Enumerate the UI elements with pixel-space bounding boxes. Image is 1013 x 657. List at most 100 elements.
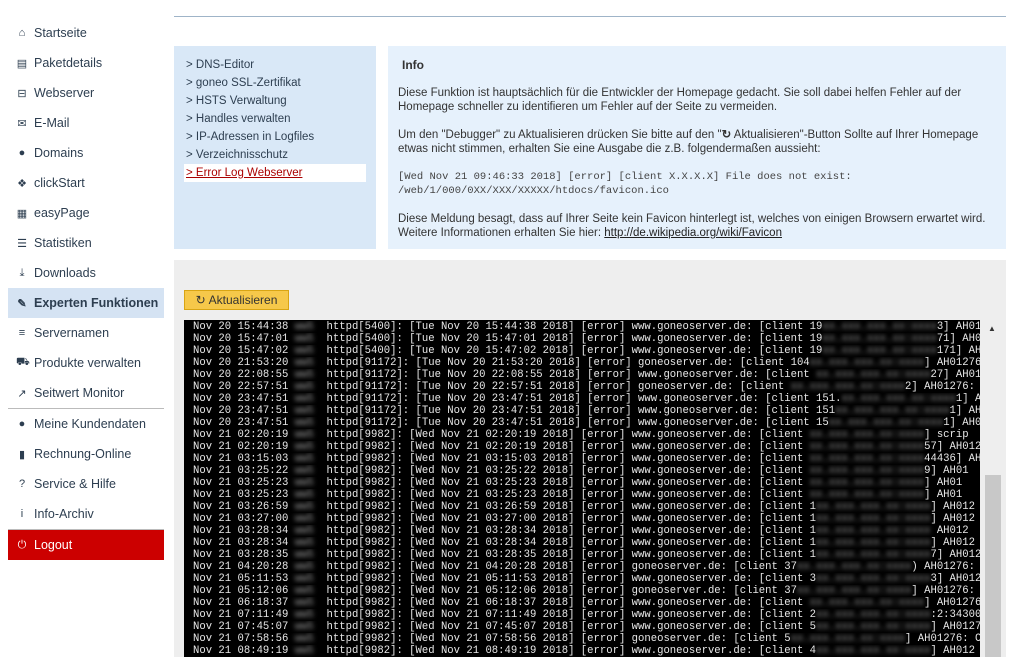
redacted-ip: xx.xxx.xxx.xx:xxxx <box>809 477 925 489</box>
redacted-ip: xx.xxx.xxx.xx:xxxx <box>816 645 931 657</box>
favicon-wiki-link[interactable]: http://de.wikipedia.org/wiki/Favicon <box>604 227 782 239</box>
log-time: Nov 21 03:25:23 <box>193 489 289 501</box>
sidebar-item-downloads[interactable]: ⤓ Downloads <box>8 258 164 288</box>
log-tail: ] AH01276 <box>924 597 980 609</box>
log-tail: 2] AH01276: C <box>905 381 980 393</box>
sidebar-item-produkte-verwalten[interactable]: ⛟ Produkte verwalten <box>8 348 164 378</box>
redacted-ip: xx.xxx.xxx.xx:xxxx <box>809 441 925 453</box>
log-line: Nov 21 03:27:00 ww5 httpd[9982]: [Wed No… <box>193 513 980 525</box>
sidebar-item-servernamen[interactable]: ≡ Servernamen <box>8 318 164 348</box>
sidebar-item-clickstart[interactable]: ❖ clickStart <box>8 168 164 198</box>
log-time: Nov 21 03:25:23 <box>193 477 289 489</box>
redacted-host: ww5 <box>294 429 321 441</box>
log-time: Nov 21 03:28:34 <box>193 537 289 549</box>
redacted-ip: xx.xxx.xxx.xx:xxxx <box>809 465 925 477</box>
sidebar-item-label: Paketdetails <box>34 56 103 70</box>
log-time: Nov 21 05:11:53 <box>193 573 289 585</box>
link-error-log-webserver[interactable]: > Error Log Webserver <box>184 164 366 182</box>
link-verzeichnisschutz[interactable]: > Verzeichnisschutz <box>184 146 366 164</box>
sidebar-item-webserver[interactable]: ⊟ Webserver <box>8 78 164 108</box>
log-line: Nov 21 05:11:53 ww5 httpd[9982]: [Wed No… <box>193 573 980 585</box>
sidebar-item-e-mail[interactable]: ✉ E-Mail <box>8 108 164 138</box>
log-tail: 57] AH012 <box>924 441 980 453</box>
top-divider <box>174 16 1006 17</box>
link-ip-adressen-in-logfiles[interactable]: > IP-Adressen in Logfiles <box>184 128 366 146</box>
redacted-host: ww5 <box>294 357 321 369</box>
log-message: httpd[9982]: [Wed Nov 21 03:25:22 2018] … <box>326 465 810 477</box>
redacted-host: ww5 <box>294 549 321 561</box>
log-line: Nov 20 15:47:01 ww5 httpd[5400]: [Tue No… <box>193 333 980 345</box>
log-line: Nov 21 02:20:19 ww5 httpd[9982]: [Wed No… <box>193 429 980 441</box>
redacted-ip: xx.xxx.xxx.xx:xxxx <box>790 633 906 645</box>
log-tail: :2:34300] <box>930 609 980 621</box>
sidebar-item-statistiken[interactable]: ☰ Statistiken <box>8 228 164 258</box>
sidebar-item-label: Startseite <box>34 26 87 40</box>
sidebar-item-paketdetails[interactable]: ▤ Paketdetails <box>8 48 164 78</box>
log-time: Nov 21 05:12:06 <box>193 585 289 597</box>
power-icon: ⏻ <box>17 538 27 551</box>
log-tail: 1] AH01 <box>955 393 980 405</box>
sidebar-item-experten-funktionen[interactable]: ✎ Experten Funktionen <box>8 288 164 318</box>
sidebar: ⌂ Startseite ▤ Paketdetails ⊟ Webserver ✉ E-Mai… <box>8 18 164 560</box>
link-goneo-ssl-zertifikat[interactable]: > goneo SSL-Zertifikat <box>184 74 366 92</box>
link-hsts-verwaltung[interactable]: > HSTS Verwaltung <box>184 92 366 110</box>
redacted-host: ww5 <box>294 537 321 549</box>
log-time: Nov 21 03:28:35 <box>193 549 289 561</box>
code-line: /web/1/000/0XX/XXX/XXXXX/htdocs/favicon.… <box>398 185 669 197</box>
redacted-host: ww5 <box>294 369 321 381</box>
log-message: httpd[9982]: [Wed Nov 21 03:27:00 2018] … <box>326 513 817 525</box>
log-message: httpd[9982]: [Wed Nov 21 03:26:59 2018] … <box>326 501 817 513</box>
sidebar-item-service-hilfe[interactable]: ? Service & Hilfe <box>8 469 164 499</box>
log-time: Nov 20 23:47:51 <box>193 417 289 429</box>
sidebar-item-logout[interactable]: ⏻ Logout <box>8 530 164 560</box>
scrollbar-thumb[interactable] <box>985 475 1001 657</box>
refresh-button[interactable]: ↻ Aktualisieren <box>184 290 289 310</box>
sidebar-item-rechnung-online[interactable]: ▮ Rechnung-Online <box>8 439 164 469</box>
sidebar-item-seitwert-monitor[interactable]: ↗ Seitwert Monitor <box>8 378 164 408</box>
redacted-ip: xx.xxx.xxx.xx:xxxx <box>816 573 931 585</box>
redacted-host: ww5 <box>294 345 321 357</box>
sidebar-item-startseite[interactable]: ⌂ Startseite <box>8 18 164 48</box>
log-scrollbar[interactable]: ▲ <box>980 320 1006 657</box>
redacted-ip: xx.xxx.xxx.xx:xxxx <box>816 525 931 537</box>
log-time: Nov 21 03:15:03 <box>193 453 289 465</box>
redacted-ip: xx.xxx.xxx.xx:xxxx <box>796 561 912 573</box>
link-dns-editor[interactable]: > DNS-Editor <box>184 56 366 74</box>
sidebar-item-label: Domains <box>34 146 84 160</box>
sidebar-item-label: Meine Kundendaten <box>34 417 146 431</box>
sidebar-item-info-archiv[interactable]: i Info-Archiv <box>8 499 164 529</box>
sidebar-item-label: Logout <box>34 538 73 552</box>
sidebar-item-domains[interactable]: ● Domains <box>8 138 164 168</box>
log-message: httpd[9982]: [Wed Nov 21 03:28:34 2018] … <box>326 537 817 549</box>
redacted-host: ww5 <box>294 405 321 417</box>
scroll-up-arrow-icon[interactable]: ▲ <box>988 324 996 333</box>
log-time: Nov 21 08:49:19 <box>193 645 289 657</box>
redacted-host: ww5 <box>294 381 321 393</box>
share-icon: ↗ <box>17 387 27 400</box>
log-time: Nov 21 03:28:34 <box>193 525 289 537</box>
redacted-host: ww5 <box>294 321 321 333</box>
log-message: httpd[91172]: [Tue Nov 20 23:47:51 2018]… <box>326 405 836 417</box>
redacted-ip: xx.xxx.xxx.xx:xxxx <box>816 537 931 549</box>
redacted-host: ww5 <box>294 441 321 453</box>
redacted-ip: xx.xxx.xxx.xx:xxxx <box>816 621 931 633</box>
refresh-icon: ↻ <box>721 129 732 141</box>
log-message: httpd[9982]: [Wed Nov 21 07:11:49 2018] … <box>326 609 817 621</box>
wrench-icon: ✎ <box>17 297 27 310</box>
refresh-label: Aktualisieren <box>208 293 278 307</box>
redacted-ip: xx.xxx.xxx.xx:xxxx <box>809 357 925 369</box>
error-log-output[interactable]: Nov 20 15:44:38 ww5 httpd[5400]: [Tue No… <box>184 320 980 657</box>
sidebar-item-easypage[interactable]: ▦ easyPage <box>8 198 164 228</box>
sidebar-item-label: E-Mail <box>34 116 70 130</box>
link-handles-verwalten[interactable]: > Handles verwalten <box>184 110 366 128</box>
log-time: Nov 20 15:47:01 <box>193 333 289 345</box>
log-time: Nov 20 23:47:51 <box>193 393 289 405</box>
info-text: Um den "Debugger" zu Aktualisieren drück… <box>398 129 722 141</box>
redacted-host: ww5 <box>294 477 321 489</box>
redacted-host: ww5 <box>294 621 321 633</box>
log-line: Nov 21 07:58:56 ww5 httpd[9982]: [Wed No… <box>193 633 980 645</box>
log-message: httpd[9982]: [Wed Nov 21 04:20:28 2018] … <box>326 561 797 573</box>
sidebar-item-meine-kundendaten[interactable]: ● Meine Kundendaten <box>8 409 164 439</box>
redacted-host: ww5 <box>294 501 321 513</box>
redacted-ip: xx.xxx.xxx.xx:xxxx <box>822 321 937 333</box>
